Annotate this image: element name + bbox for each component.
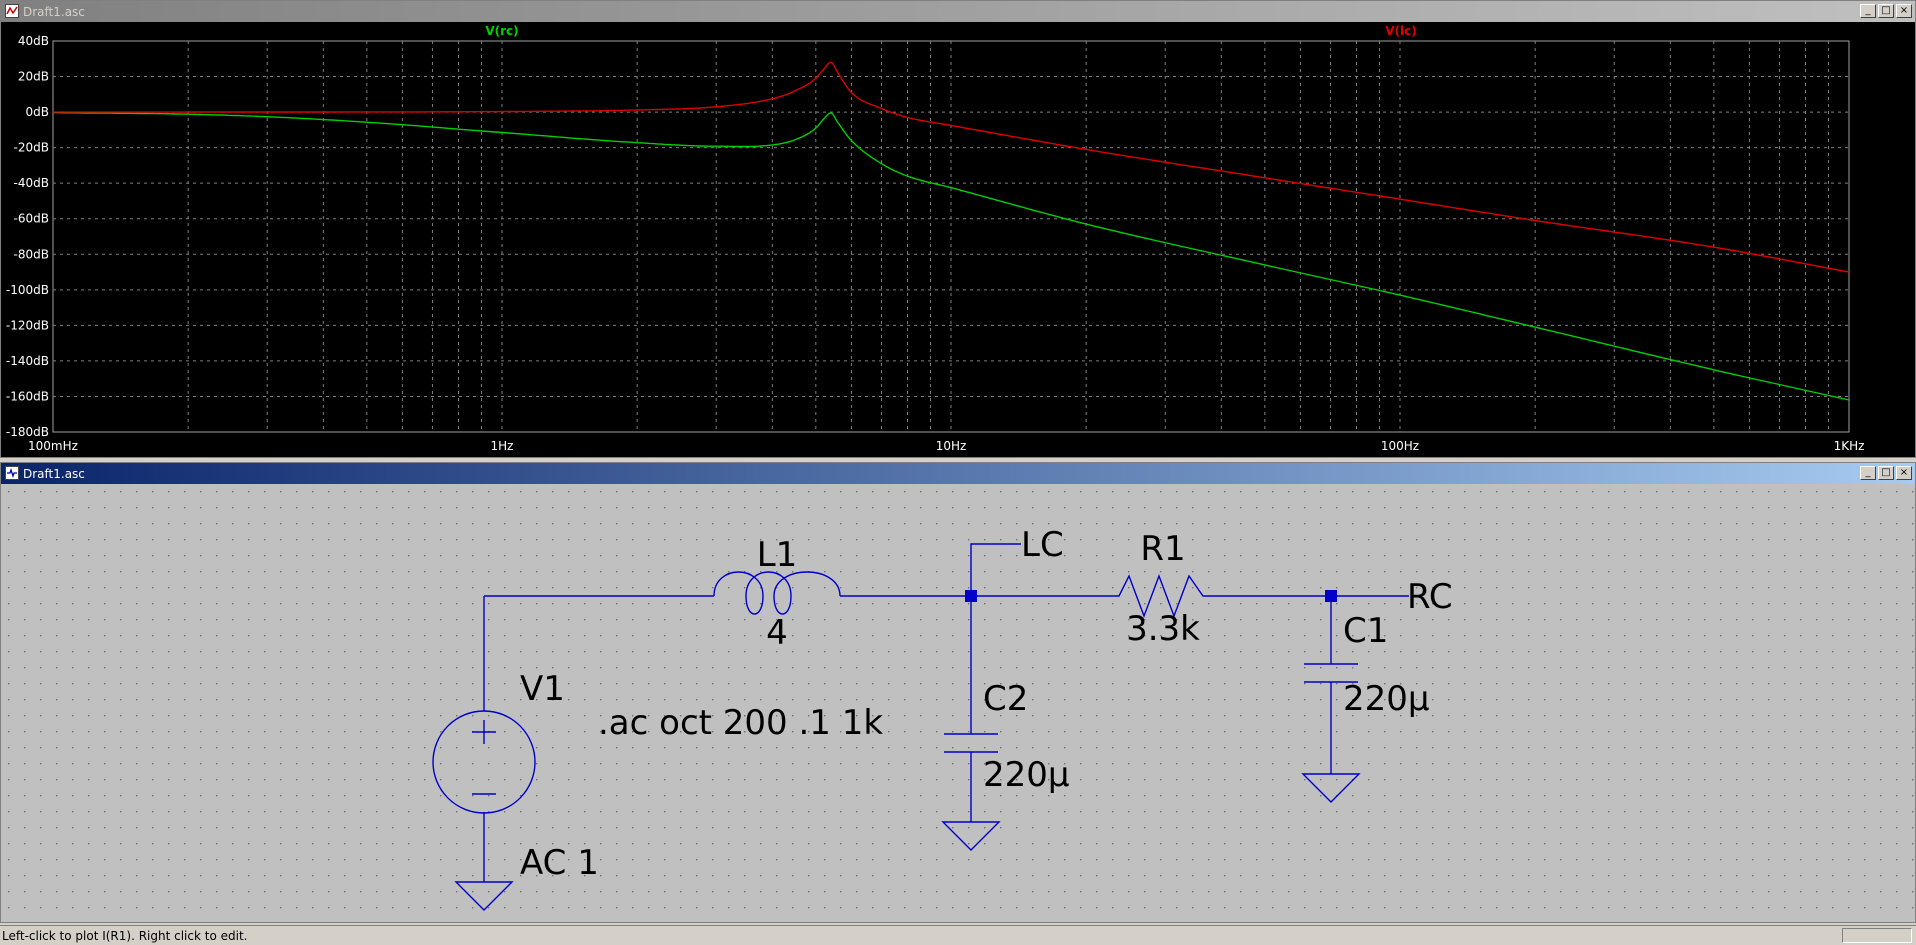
x-tick-label: 10Hz: [936, 439, 967, 453]
y-tick-label: -60dB: [14, 212, 49, 226]
schematic-app-icon: [5, 466, 19, 480]
close-button[interactable]: ×: [1896, 466, 1912, 480]
y-tick-label: 40dB: [18, 34, 49, 48]
y-tick-label: -40dB: [14, 176, 49, 190]
schematic-titlebar[interactable]: Draft1.asc _ □ ×: [1, 463, 1915, 484]
y-tick-label: -120dB: [6, 318, 49, 332]
trace-label-vrc[interactable]: V(rc): [485, 24, 518, 38]
schematic-grid-dots: [1, 484, 1915, 922]
c1-value-label[interactable]: 220µ: [1343, 679, 1430, 719]
status-bar: Left-click to plot I(R1). Right click to…: [0, 925, 1916, 945]
close-button[interactable]: ×: [1896, 4, 1912, 18]
status-message: Left-click to plot I(R1). Right click to…: [2, 928, 248, 943]
junction-lc: [965, 590, 977, 602]
lc-net-label[interactable]: LC: [1021, 525, 1064, 565]
r1-value-label[interactable]: 3.3k: [1126, 609, 1200, 649]
spice-directive[interactable]: .ac oct 200 .1 1k: [598, 703, 883, 743]
y-tick-label: 20dB: [18, 70, 49, 84]
restore-button[interactable]: □: [1878, 4, 1894, 18]
y-tick-label: -100dB: [6, 283, 49, 297]
y-axis-ticks: 40dB 20dB 0dB -20dB -40dB -60dB -80dB -100dB -12…: [6, 34, 49, 439]
l1-name-label[interactable]: L1: [757, 535, 798, 575]
trace-label-vlc[interactable]: V(lc): [1385, 24, 1416, 38]
x-tick-label: 100mHz: [28, 439, 78, 453]
c1-name-label[interactable]: C1: [1343, 611, 1388, 651]
minimize-button[interactable]: _: [1860, 466, 1876, 480]
c2-name-label[interactable]: C2: [983, 679, 1028, 719]
waveform-titlebar[interactable]: Draft1.asc _ □ ×: [1, 1, 1915, 22]
x-tick-label: 1Hz: [491, 439, 514, 453]
y-tick-label: -80dB: [14, 247, 49, 261]
minimize-button[interactable]: _: [1860, 4, 1876, 18]
y-tick-label: -180dB: [6, 425, 49, 439]
x-axis-ticks: 100mHz 1Hz 10Hz 100Hz 1KHz: [28, 439, 1864, 453]
schematic-canvas[interactable]: L1 4 LC R1 3.3k RC C1 220µ C2 220µ V1 AC…: [1, 484, 1915, 922]
v1-name-label[interactable]: V1: [520, 669, 565, 709]
waveform-window: Draft1.asc _ □ × 40dB 20dB 0dB -20dB -40dB -6…: [0, 0, 1916, 458]
schematic-window-title: Draft1.asc: [23, 466, 85, 481]
y-tick-label: -160dB: [6, 389, 49, 403]
c2-value-label[interactable]: 220µ: [983, 755, 1070, 795]
y-tick-label: -140dB: [6, 354, 49, 368]
x-tick-label: 100Hz: [1381, 439, 1419, 453]
r1-name-label[interactable]: R1: [1140, 529, 1185, 569]
plot-grid: [52, 40, 1850, 433]
status-pane: [1842, 928, 1912, 943]
x-tick-label: 1KHz: [1834, 439, 1865, 453]
y-tick-label: -20dB: [14, 141, 49, 155]
waveform-plot[interactable]: 40dB 20dB 0dB -20dB -40dB -60dB -80dB -100dB -12…: [1, 22, 1915, 457]
rc-net-label[interactable]: RC: [1407, 577, 1453, 617]
junction-rc: [1325, 590, 1337, 602]
restore-button[interactable]: □: [1878, 466, 1894, 480]
v1-value-label[interactable]: AC 1: [520, 843, 599, 883]
schematic-window: Draft1.asc _ □ × L1 4 LC R1 3.3k RC C1 2…: [0, 462, 1916, 923]
waveform-app-icon: [5, 4, 19, 18]
y-tick-label: 0dB: [26, 105, 49, 119]
l1-value-label[interactable]: 4: [766, 613, 788, 653]
waveform-window-title: Draft1.asc: [23, 4, 85, 19]
